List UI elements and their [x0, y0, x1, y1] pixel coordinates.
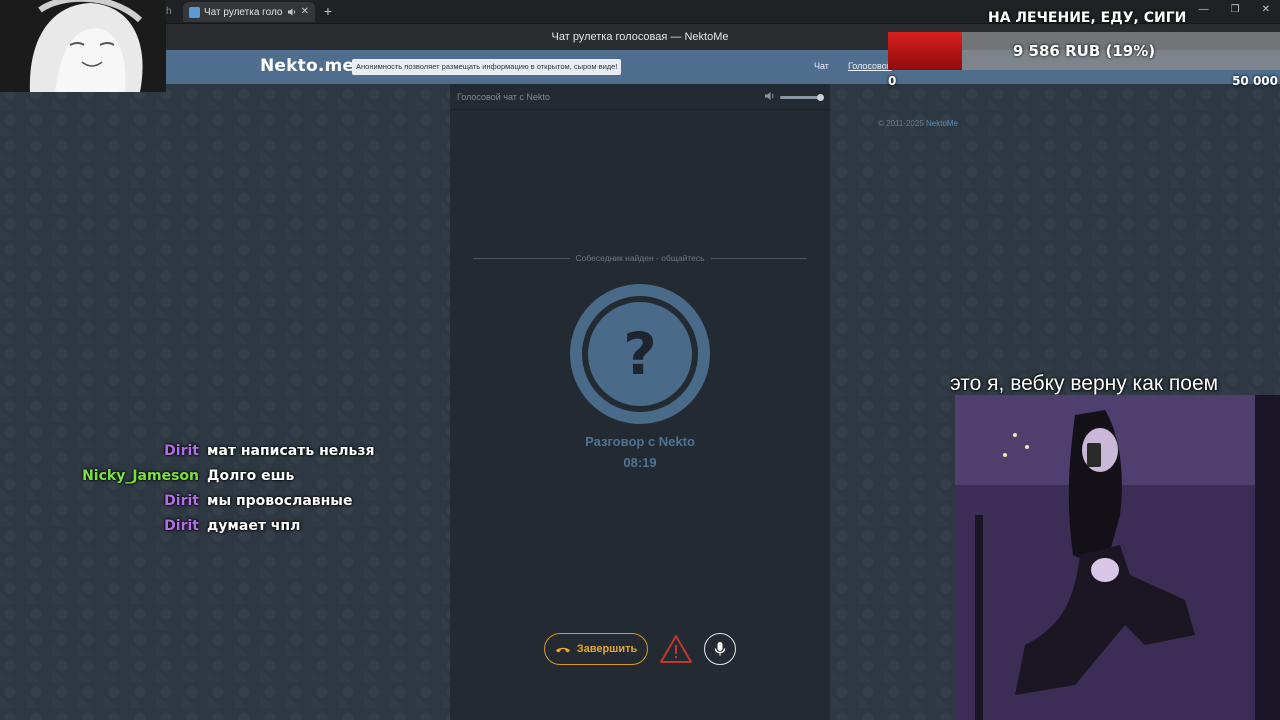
chat-text: мы провославные — [207, 492, 353, 509]
chat-text: Долго ешь — [207, 467, 295, 484]
chat-message: Dirit думает чпл — [60, 513, 460, 538]
warning-icon[interactable] — [659, 633, 693, 665]
status-text: Собеседник найден - общайтесь — [575, 253, 705, 263]
copyright-years: © 2011-2025 — [878, 119, 924, 128]
phone-hangup-icon — [555, 647, 570, 653]
speaker-icon[interactable] — [287, 7, 297, 17]
end-call-button[interactable]: Завершить — [544, 633, 648, 665]
avatar-glyph: ? — [623, 320, 657, 388]
nav-link-chat[interactable]: Чат — [814, 61, 829, 71]
streamer-avatar-image — [0, 0, 166, 92]
chat-username: Dirit — [164, 442, 199, 459]
panel-header: Голосовой чат с Nekto — [450, 84, 830, 110]
chat-message: Dirit мат написать нельзя — [60, 438, 460, 463]
anime-avatar-icon — [0, 0, 166, 92]
question-mark-icon: ? — [588, 302, 692, 406]
panel-title: Голосовой чат с Nekto — [457, 92, 550, 102]
volume-icon[interactable] — [764, 90, 776, 102]
anonymity-notice: Анонимность позволяет размещать информац… — [352, 59, 622, 75]
window-title: Чат рулетка голосовая — NektoMe — [551, 31, 729, 43]
chat-text: думает чпл — [207, 517, 301, 534]
tab-title: Чат рулетка голосовая — [204, 6, 283, 18]
goal-max-label: 50 000 — [1232, 74, 1278, 88]
webcam-scene — [955, 395, 1280, 720]
conversation-label: Разговор с Nekto — [585, 434, 695, 449]
chat-message: Nicky_Jameson Долго ешь — [60, 463, 460, 488]
goal-title: НА ЛЕЧЕНИЕ, ЕДУ, СИГИ — [988, 10, 1187, 26]
copyright: © 2011-2025 NektoMe — [878, 119, 958, 128]
voice-chat-panel: Голосовой чат с Nekto Собеседник найден … — [450, 84, 830, 720]
volume-slider[interactable] — [780, 94, 824, 101]
chat-username: Dirit — [164, 517, 199, 534]
microphone-icon — [714, 642, 726, 656]
end-call-label: Завершить — [576, 643, 638, 655]
previous-tab[interactable]: h — [166, 4, 180, 20]
chat-text: мат написать нельзя — [207, 442, 375, 459]
donation-goal-widget: 9 586 RUB (19%) НА ЛЕЧЕНИЕ, ЕДУ, СИГИ 0 … — [888, 0, 1280, 92]
chat-username: Nicky_Jameson — [82, 467, 199, 484]
divider — [710, 257, 808, 259]
site-logo[interactable]: Nekto.me — [260, 56, 354, 76]
new-tab-plus-icon[interactable]: + — [320, 4, 336, 20]
call-timer: 08:19 — [623, 455, 657, 470]
avatar-ring: ? — [582, 296, 698, 412]
partner-avatar: ? — [570, 284, 710, 424]
partner-found-status: Собеседник найден - общайтесь — [473, 252, 808, 264]
chat-message: Dirit мы провославные — [60, 488, 460, 513]
divider — [473, 257, 570, 259]
goal-min-label: 0 — [888, 74, 897, 88]
active-tab[interactable]: Чат рулетка голосовая ✕ — [183, 2, 315, 22]
microphone-button[interactable] — [704, 633, 736, 665]
webcam-caption: это я, вебку верну как поем — [950, 372, 1219, 395]
copyright-brand-link[interactable]: NektoMe — [926, 119, 958, 128]
webcam-feed — [955, 395, 1280, 720]
close-tab-icon[interactable]: ✕ — [301, 7, 309, 17]
goal-amount: 9 586 RUB (19%) — [1012, 42, 1156, 60]
chat-username: Dirit — [164, 492, 199, 509]
stream-chat-overlay: Dirit мат написать нельзя Nicky_Jameson … — [60, 438, 460, 538]
site-favicon-icon — [189, 6, 200, 18]
goal-progress-bar: 9 586 RUB (19%) — [888, 32, 1280, 70]
volume-slider-handle[interactable] — [817, 94, 824, 101]
